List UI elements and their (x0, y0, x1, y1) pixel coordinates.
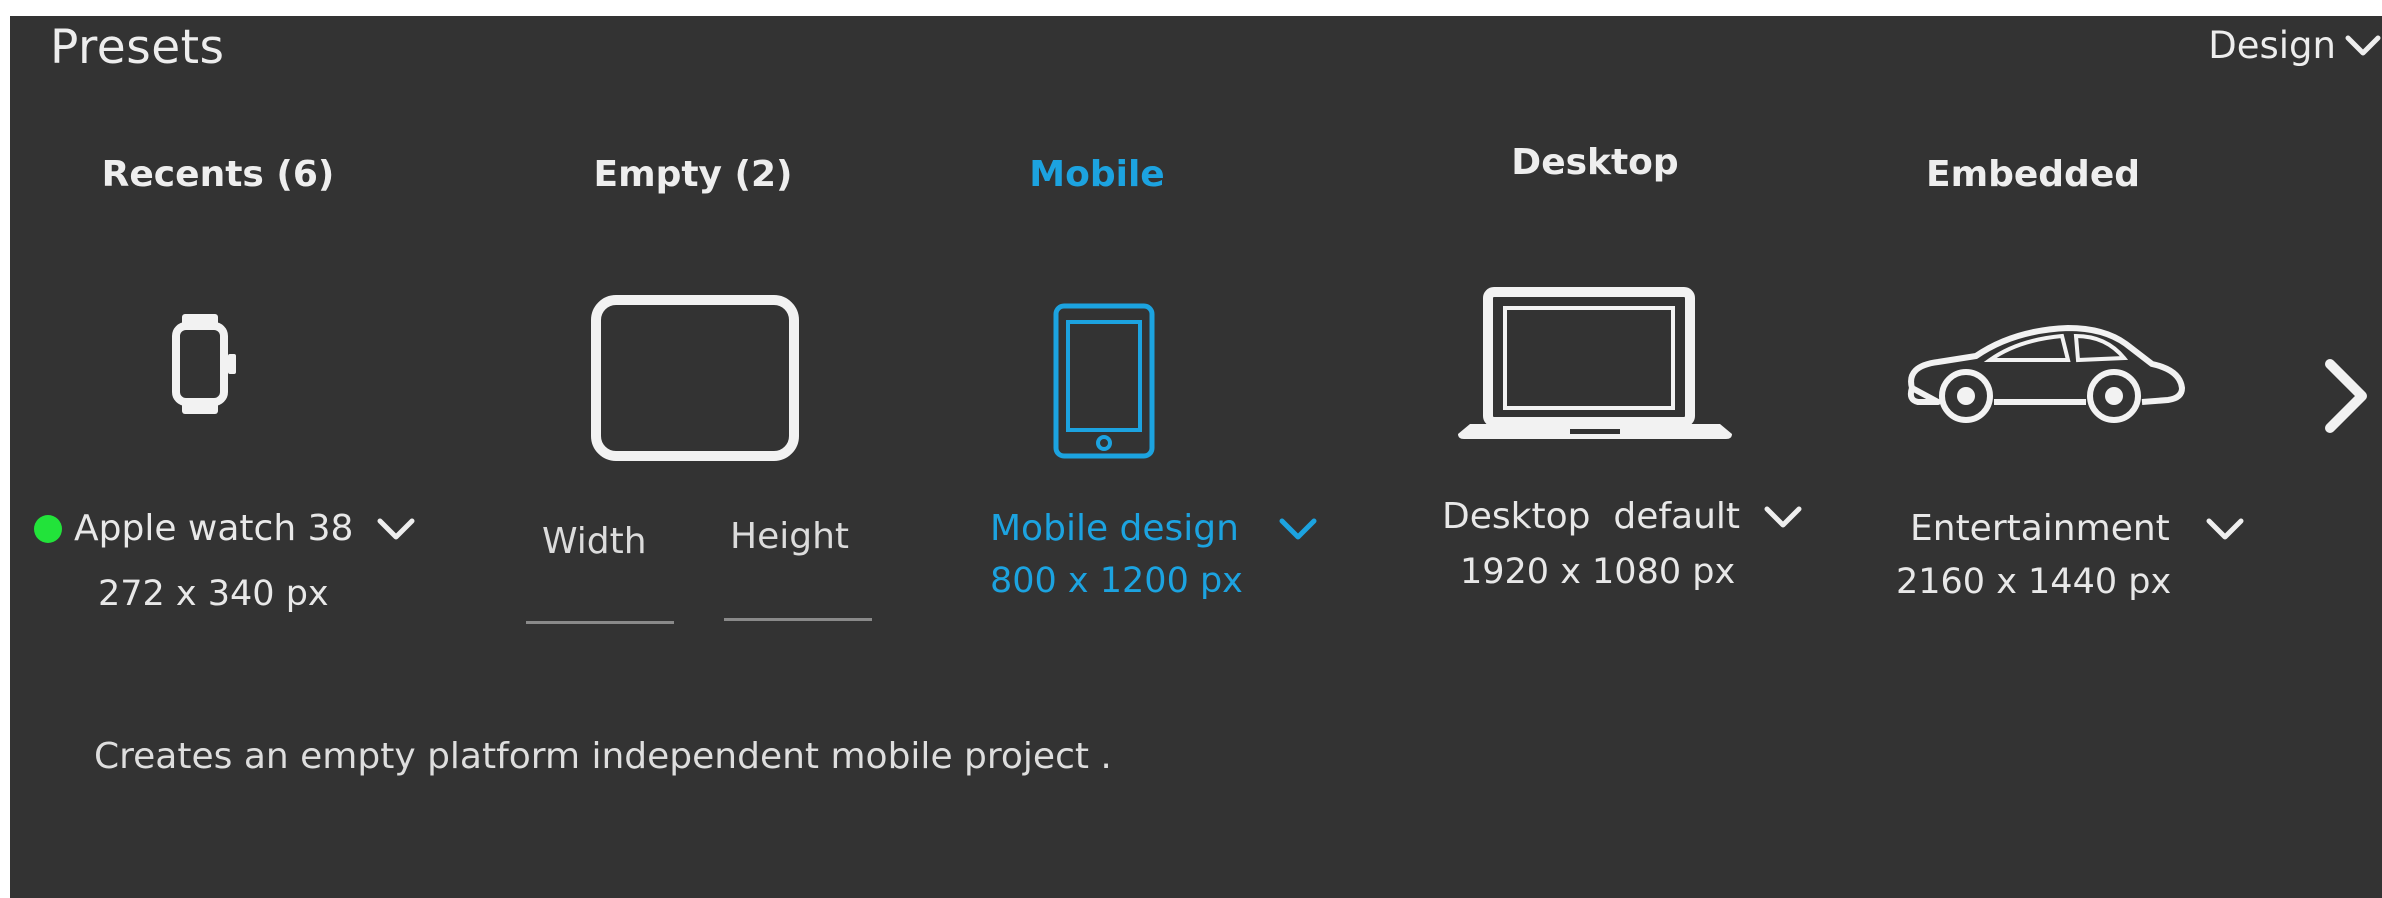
desktop-preset-size: 1920 x 1080 px (1460, 552, 1736, 592)
tab-mobile[interactable]: Mobile (1029, 154, 1164, 195)
tab-recents[interactable]: Recents (6) (102, 154, 335, 195)
chevron-down-icon[interactable] (1277, 515, 1319, 543)
blank-screen-icon[interactable] (590, 294, 800, 462)
desktop-preset-select[interactable]: Desktop default (1442, 496, 1804, 537)
desktop-preset-name: Desktop default (1442, 496, 1741, 537)
recents-preset-name: Apple watch 38 (74, 508, 354, 549)
car-icon[interactable] (1898, 322, 2188, 434)
chevron-down-icon[interactable] (375, 515, 417, 543)
design-dropdown-label: Design (2208, 24, 2336, 67)
tab-empty[interactable]: Empty (2) (593, 154, 792, 195)
mobile-preset-select[interactable]: Mobile design (990, 508, 1319, 549)
chevron-down-icon (2345, 35, 2381, 55)
width-input[interactable] (526, 621, 674, 624)
width-label: Width (542, 521, 647, 562)
tab-desktop[interactable]: Desktop (1511, 142, 1678, 183)
height-input[interactable] (724, 618, 872, 621)
embedded-preset-size: 2160 x 1440 px (1896, 562, 2172, 602)
embedded-preset-select[interactable]: Entertainment (1910, 508, 2246, 549)
recents-preset-select[interactable]: Apple watch 38 (34, 508, 417, 549)
preset-description: Creates an empty platform independent mo… (94, 736, 1112, 777)
mobile-preset-name: Mobile design (990, 508, 1239, 549)
status-dot (34, 514, 62, 543)
tab-embedded[interactable]: Embedded (1926, 154, 2140, 195)
chevron-right-icon[interactable] (2320, 356, 2372, 436)
laptop-icon[interactable] (1450, 284, 1740, 444)
embedded-preset-name: Entertainment (1910, 508, 2170, 549)
recents-preset-size: 272 x 340 px (98, 574, 329, 614)
smartwatch-icon[interactable] (170, 312, 250, 416)
tablet-icon[interactable] (1050, 300, 1158, 462)
chevron-down-icon[interactable] (2204, 515, 2246, 543)
height-label: Height (730, 516, 850, 557)
chevron-down-icon[interactable] (1762, 503, 1804, 531)
mobile-preset-size: 800 x 1200 px (990, 561, 1243, 601)
design-dropdown[interactable]: Design (2208, 24, 2382, 67)
panel-title: Presets (50, 20, 225, 75)
presets-panel: Presets Design Recents (6) Apple watch 3… (10, 16, 2382, 898)
